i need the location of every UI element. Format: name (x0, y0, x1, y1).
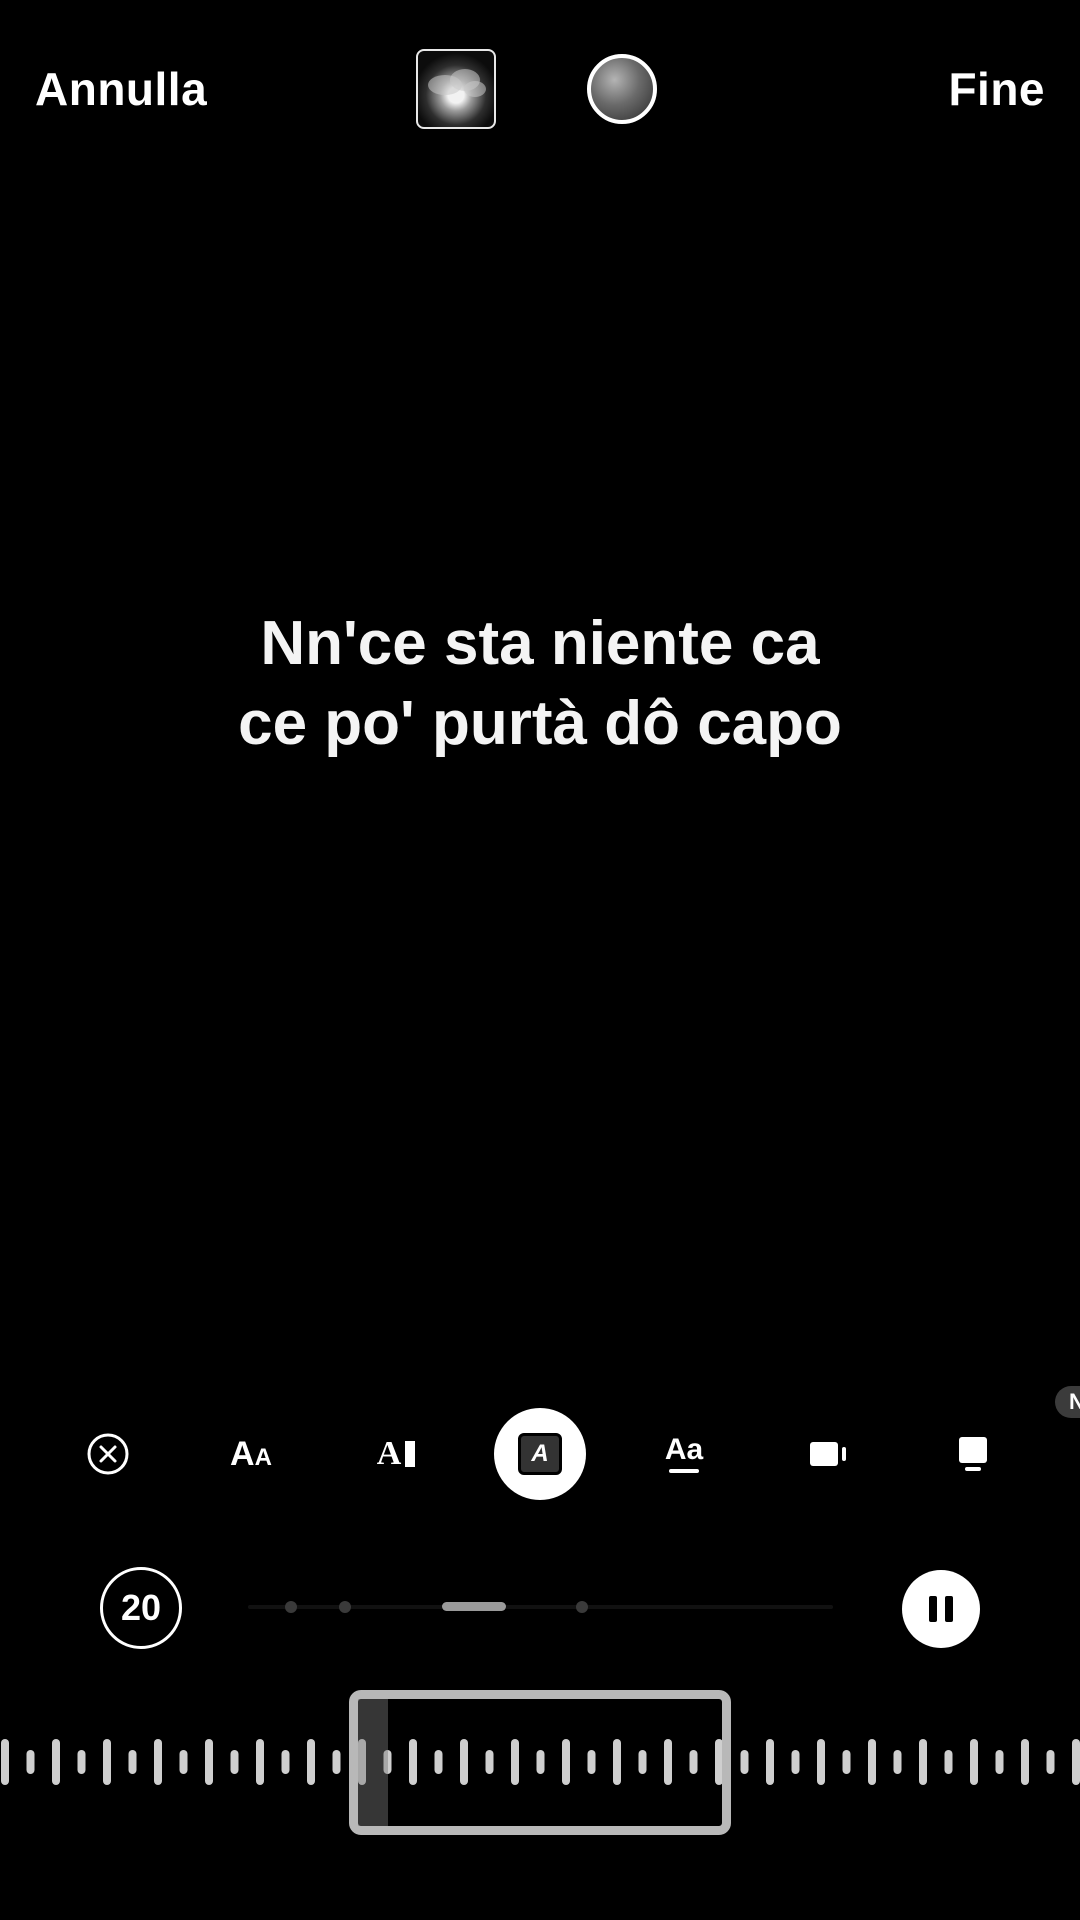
cursor-bar (405, 1441, 416, 1467)
remove-lyrics-button[interactable] (62, 1408, 154, 1500)
lyrics-line-2: ce po' purtà dô capo (238, 689, 842, 758)
waveform-bar (944, 1750, 953, 1774)
block-shape (810, 1442, 838, 1466)
text-size-small-glyph: A (254, 1444, 272, 1471)
waveform-bar (307, 1739, 315, 1785)
text-size-icon: AA (230, 1437, 272, 1471)
waveform-bar (970, 1739, 978, 1785)
cloud-shape (464, 81, 486, 97)
waveform-bar (893, 1750, 902, 1774)
waveform-bar (179, 1750, 188, 1774)
waveform-bar (791, 1750, 800, 1774)
waveform-bar (128, 1750, 137, 1774)
waveform-bar (281, 1750, 290, 1774)
close-circle-icon (87, 1433, 129, 1475)
align-block-icon (810, 1442, 846, 1466)
italic-box-icon: A (518, 1433, 562, 1475)
lyrics-text[interactable]: Nn'ce sta niente ca ce po' purtà dô capo (0, 604, 1080, 764)
active-page-indicator (442, 1602, 506, 1611)
waveform-bar (154, 1739, 162, 1785)
layout-button[interactable] (927, 1408, 1019, 1500)
waveform-bar (26, 1750, 35, 1774)
underline-glyph: Aa (664, 1433, 704, 1466)
underline-bar (668, 1469, 699, 1473)
waveform-bar (766, 1739, 774, 1785)
typewriter-text-icon: A (377, 1437, 416, 1471)
waveform-bar (1021, 1739, 1029, 1785)
waveform-bar (995, 1750, 1004, 1774)
typewriter-glyph: A (376, 1435, 402, 1472)
italic-glyph: A (531, 1440, 549, 1467)
waveform-bar (1072, 1739, 1080, 1785)
page-dot (285, 1601, 297, 1613)
waveform-bar (868, 1739, 876, 1785)
waveform-bar (205, 1739, 213, 1785)
text-size-button[interactable]: AA (205, 1408, 297, 1500)
color-picker-button[interactable] (587, 54, 657, 124)
waveform-bar (842, 1750, 851, 1774)
waveform-bar (77, 1750, 86, 1774)
block-shape (959, 1437, 987, 1463)
waveform-bar (332, 1750, 341, 1774)
page-dot (339, 1601, 351, 1613)
waveform-bar (740, 1750, 749, 1774)
underline-text-icon: Aa (665, 1435, 703, 1473)
album-art-thumbnail[interactable] (416, 49, 496, 129)
layout-block-icon (959, 1437, 987, 1471)
done-button[interactable]: Fine (948, 62, 1045, 116)
waveform-bar (103, 1739, 111, 1785)
align-button[interactable] (782, 1408, 874, 1500)
waveform-bar (919, 1739, 927, 1785)
waveform-bar (256, 1739, 264, 1785)
waveform-bar (1, 1739, 9, 1785)
waveform-bar (817, 1739, 825, 1785)
waveform-bar (1046, 1750, 1055, 1774)
pause-icon-left (929, 1596, 937, 1622)
style-button[interactable]: A (494, 1408, 586, 1500)
duration-button[interactable]: 20 (100, 1567, 182, 1649)
text-size-big-glyph: A (230, 1435, 255, 1473)
waveform-bar (52, 1739, 60, 1785)
waveform-bar (230, 1750, 239, 1774)
page-dot (576, 1601, 588, 1613)
line-shape (842, 1447, 846, 1461)
progress-track (248, 1601, 833, 1613)
clip-selection-frame[interactable] (349, 1690, 731, 1835)
underline-style-button[interactable]: Aa (638, 1408, 730, 1500)
line-shape (965, 1467, 981, 1471)
selection-handle[interactable] (358, 1699, 388, 1826)
typewriter-style-button[interactable]: A (350, 1408, 442, 1500)
pause-icon-right (945, 1596, 953, 1622)
cancel-button[interactable]: Annulla (35, 62, 207, 116)
lyrics-line-1: Nn'ce sta niente ca (260, 609, 820, 678)
edge-chip[interactable]: N (1055, 1386, 1080, 1418)
pause-button[interactable] (902, 1570, 980, 1648)
